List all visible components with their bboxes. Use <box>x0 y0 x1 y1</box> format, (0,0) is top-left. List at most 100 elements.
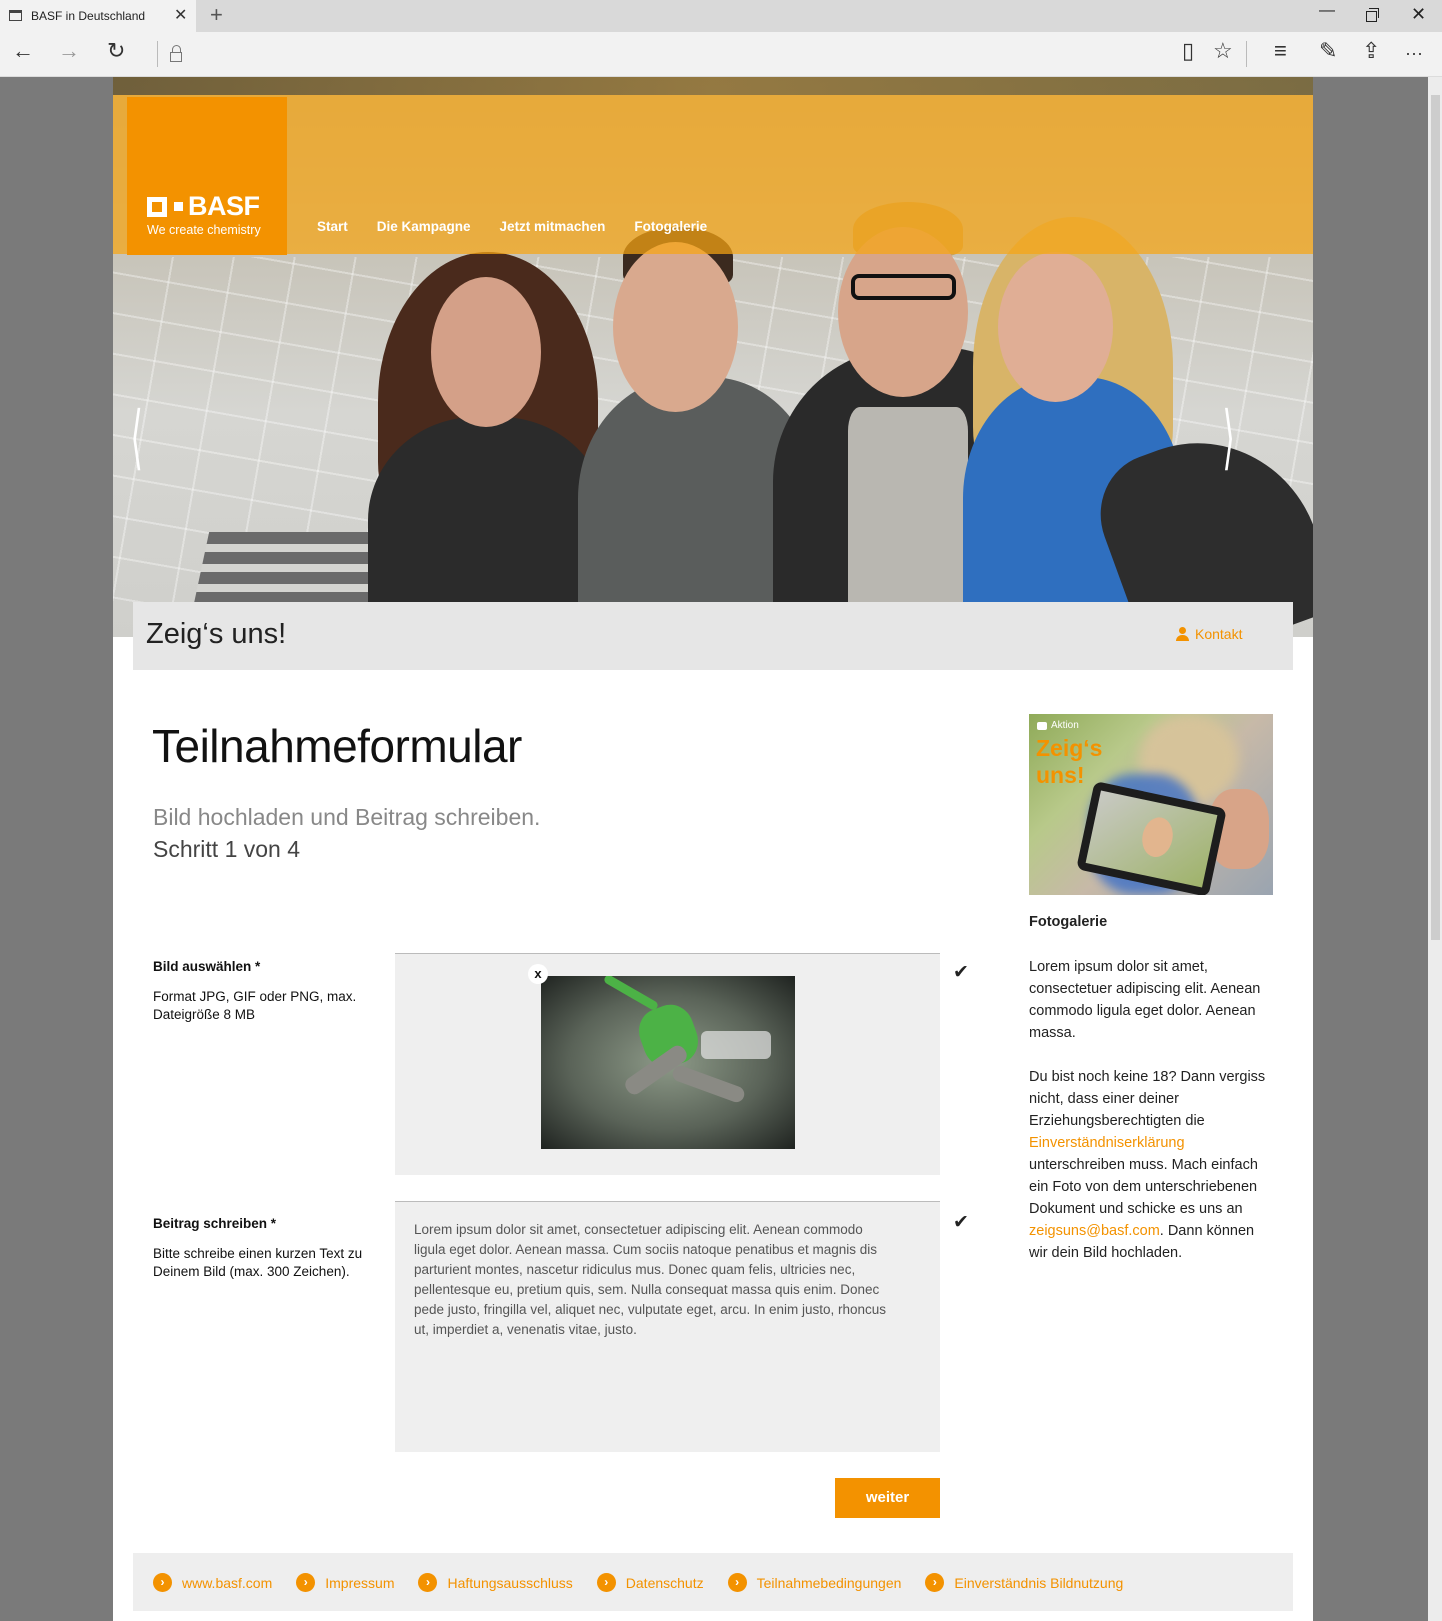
tab-bar: BASF in Deutschland ✕ + — ✕ <box>0 0 1442 32</box>
chevron-right-icon: › <box>727 1573 747 1592</box>
minimize-icon[interactable]: — <box>1319 2 1335 20</box>
more-icon[interactable]: ··· <box>1405 44 1423 62</box>
teaser-tag: Aktion <box>1037 720 1079 731</box>
header-overlay <box>113 95 1313 254</box>
toolbar-separator <box>1246 41 1247 67</box>
teaser-title-line: uns! <box>1036 762 1085 788</box>
main-nav: Start Die Kampagne Jetzt mitmachen Fotog… <box>317 219 707 234</box>
slider-next-icon[interactable]: ⟩ <box>1223 402 1235 472</box>
refresh-icon[interactable]: ↻ <box>107 40 125 62</box>
logo-tagline: We create chemistry <box>147 223 261 237</box>
nav-item-fotogalerie[interactable]: Fotogalerie <box>634 219 707 234</box>
basf-logo[interactable]: BASF We create chemistry <box>127 97 287 255</box>
hero-person <box>851 274 956 300</box>
text-field-help: Bitte schreibe einen kurzen Text zu Dein… <box>153 1246 363 1279</box>
slider-prev-icon[interactable]: ⟨ <box>131 402 143 472</box>
teaser-phone-screen <box>1085 790 1218 888</box>
image-dancer <box>670 1063 747 1105</box>
chevron-right-icon: › <box>418 1573 438 1592</box>
footer-link-label: Haftungsausschluss <box>447 1574 573 1591</box>
hub-icon[interactable]: ≡ <box>1274 40 1287 62</box>
consent-form-link[interactable]: Einverständniserklärung <box>1029 1135 1185 1151</box>
web-note-icon[interactable]: ✎ <box>1319 40 1337 62</box>
restore-icon[interactable] <box>1366 8 1379 22</box>
sidebar-paragraph: Lorem ipsum dolor sit amet, consectetuer… <box>1029 959 1261 1041</box>
post-textarea-value: Lorem ipsum dolor sit amet, consectetuer… <box>414 1222 887 1337</box>
contact-link[interactable]: Kontakt <box>1175 626 1242 642</box>
chevron-right-icon: › <box>925 1573 945 1592</box>
reading-view-icon[interactable]: ▯ <box>1182 40 1194 62</box>
user-icon <box>1175 627 1189 641</box>
footer-link-impressum[interactable]: › Impressum <box>296 1573 394 1592</box>
logo-dot-icon <box>174 202 183 211</box>
chevron-right-icon: › <box>296 1573 316 1592</box>
footer-link-label: www.basf.com <box>182 1574 273 1591</box>
hero-person <box>613 242 738 412</box>
lock-icon <box>170 45 182 62</box>
sidebar-text: Du bist noch keine 18? Dann vergiss nich… <box>1029 1069 1266 1129</box>
tab-title: BASF in Deutschland <box>31 9 146 23</box>
image-field-label: Bild auswählen * <box>153 959 261 974</box>
address-separator <box>157 41 158 67</box>
image-dancer <box>602 976 660 1012</box>
text-valid-check-icon: ✔ <box>953 1212 969 1233</box>
sidebar-heading: Fotogalerie <box>1029 914 1108 930</box>
window-close-icon[interactable]: ✕ <box>1411 4 1426 25</box>
footer: › www.basf.com › Impressum › Haftungsaus… <box>133 1553 1293 1611</box>
page-title: Zeig‘s uns! <box>146 618 287 650</box>
form-heading: Teilnahmeformular <box>152 720 522 772</box>
section-titlebar: Zeig‘s uns! Kontakt <box>133 602 1293 670</box>
browser-tab[interactable]: BASF in Deutschland ✕ <box>0 0 196 32</box>
next-button[interactable]: weiter <box>835 1478 940 1518</box>
chevron-right-icon: › <box>596 1573 616 1592</box>
camera-icon <box>1037 721 1047 730</box>
forward-icon[interactable]: → <box>58 40 80 62</box>
chevron-right-icon: › <box>153 1573 172 1592</box>
form-subtitle: Bild hochladen und Beitrag schreiben. <box>153 804 541 830</box>
sidebar-text: unterschreiben muss. Mach einfach ein Fo… <box>1029 1157 1258 1217</box>
footer-link-label: Teilnahmebedingungen <box>756 1574 902 1591</box>
uploaded-image <box>541 976 795 1149</box>
email-link[interactable]: zeigsuns@basf.com <box>1029 1223 1160 1239</box>
image-valid-check-icon: ✔ <box>953 962 969 983</box>
tab-close-icon[interactable]: ✕ <box>174 5 187 25</box>
gallery-teaser-image[interactable]: Aktion Zeig‘s uns! <box>1029 714 1273 895</box>
image-graffiti <box>701 1031 771 1059</box>
footer-link-teilnahmebedingungen[interactable]: › Teilnahmebedingungen <box>727 1573 902 1592</box>
footer-links: › www.basf.com › Impressum › Haftungsaus… <box>153 1573 1123 1592</box>
footer-link-bildnutzung[interactable]: › Einverständnis Bildnutzung <box>925 1573 1123 1592</box>
contact-label: Kontakt <box>1195 626 1243 642</box>
text-field-label: Beitrag schreiben * <box>153 1216 277 1231</box>
nav-item-start[interactable]: Start <box>317 219 348 234</box>
page-icon <box>9 10 22 21</box>
teaser-photo <box>1138 814 1177 860</box>
back-icon[interactable]: ← <box>12 40 34 62</box>
favorite-star-icon[interactable]: ☆ <box>1213 40 1233 62</box>
footer-link-basf[interactable]: › www.basf.com <box>153 1573 272 1592</box>
footer-link-label: Datenschutz <box>625 1574 704 1591</box>
footer-link-datenschutz[interactable]: › Datenschutz <box>596 1573 704 1592</box>
sidebar-paragraph: Du bist noch keine 18? Dann vergiss nich… <box>1029 1066 1274 1264</box>
logo-text: BASF <box>188 191 260 221</box>
footer-link-label: Einverständnis Bildnutzung <box>954 1574 1124 1591</box>
teaser-tag-label: Aktion <box>1051 720 1079 731</box>
footer-link-haftung[interactable]: › Haftungsausschluss <box>418 1573 573 1592</box>
nav-item-mitmachen[interactable]: Jetzt mitmachen <box>500 219 606 234</box>
footer-link-label: Impressum <box>325 1574 395 1591</box>
scrollbar-thumb[interactable] <box>1431 95 1440 940</box>
image-upload-area[interactable]: x <box>395 953 940 1175</box>
browser-toolbar: ← → ↻ ▯ ☆ ≡ ✎ ⇪ ··· <box>0 32 1442 77</box>
image-field-help: Format JPG, GIF oder PNG, max. Dateigröß… <box>153 989 357 1022</box>
teaser-title-line: Zeig‘s <box>1036 735 1103 761</box>
teaser-title: Zeig‘s uns! <box>1036 735 1102 789</box>
page: BASF We create chemistry Start Die Kampa… <box>113 77 1313 1621</box>
post-textarea[interactable]: Lorem ipsum dolor sit amet, consectetuer… <box>395 1201 940 1452</box>
new-tab-icon[interactable]: + <box>210 2 223 28</box>
nav-item-kampagne[interactable]: Die Kampagne <box>377 219 471 234</box>
hero-slider: BASF We create chemistry Start Die Kampa… <box>113 77 1313 637</box>
remove-image-icon[interactable]: x <box>528 964 548 984</box>
hero-top-strip <box>113 77 1313 95</box>
logo-square-icon <box>147 197 167 217</box>
hero-person <box>998 252 1113 402</box>
share-icon[interactable]: ⇪ <box>1362 40 1380 62</box>
